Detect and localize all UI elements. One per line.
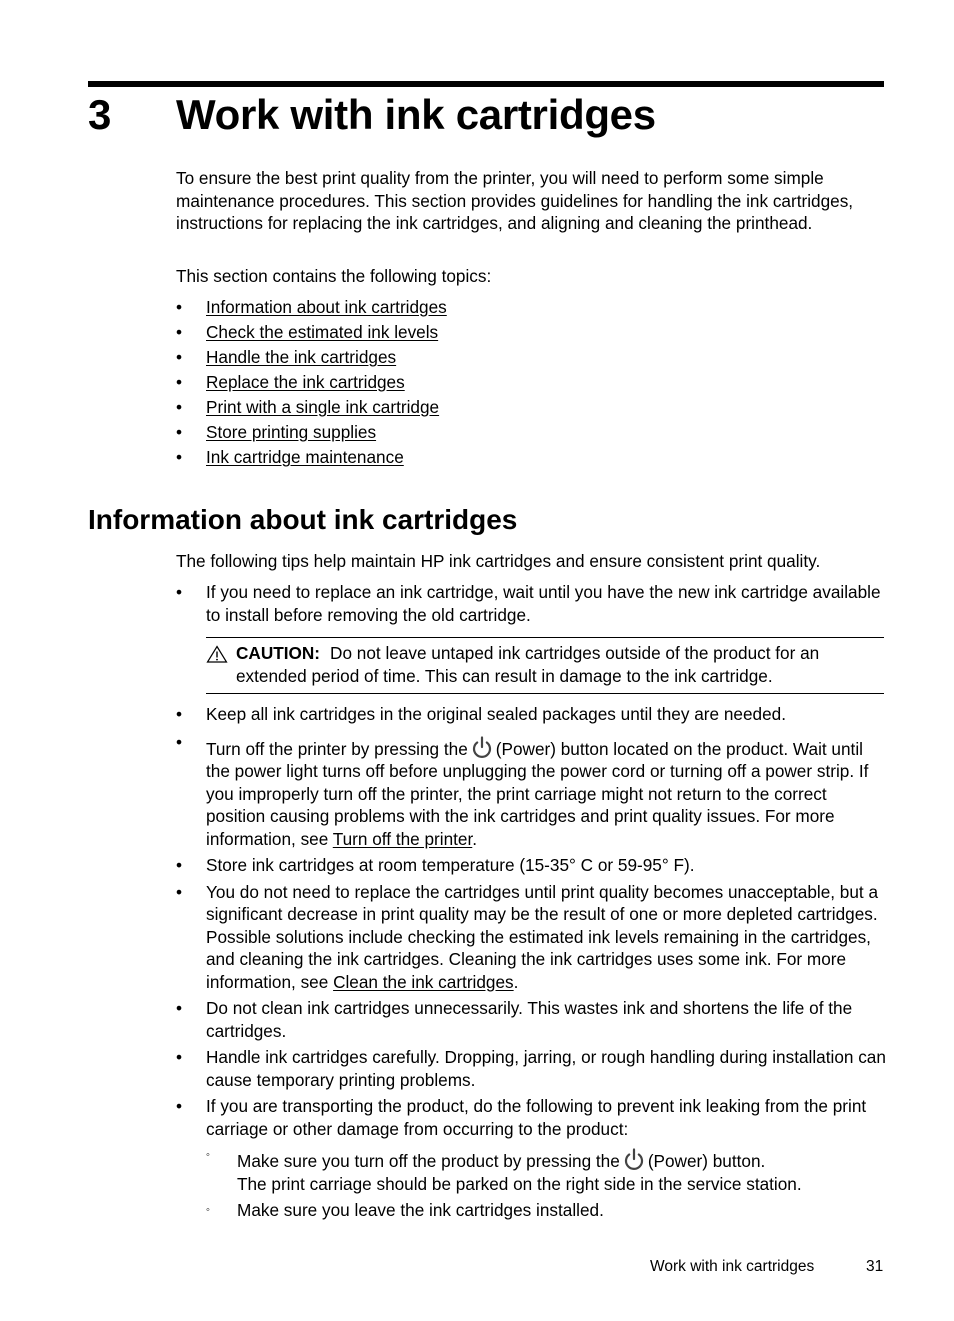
tip-item: • Handle ink cartridges carefully. Droppi… [176, 1046, 886, 1091]
bullet: • [176, 704, 183, 724]
topic-item: • Ink cartridge maintenance [176, 446, 886, 471]
bullet: • [176, 855, 183, 875]
punctuation: . [513, 971, 519, 992]
tip-item: • If you need to replace an ink cartridge… [176, 581, 886, 626]
tip-text: Keep all ink cartridges in the original … [206, 704, 786, 724]
tip-text: Turn off the printer by pressing the [206, 738, 468, 759]
tip-item: • Do not clean ink cartridges unnecessari… [176, 997, 886, 1042]
tip-item: • Store ink cartridges at room temperatur… [176, 854, 886, 877]
tip-list-2: • Keep all ink cartridges in the original… [176, 703, 886, 1230]
tip-item: • If you are transporting the product, do… [176, 1095, 886, 1222]
tip-list-1: • If you need to replace an ink cartridge… [176, 581, 886, 626]
topic-item: • Store printing supplies [176, 421, 886, 446]
tip-item: • Keep all ink cartridges in the original… [176, 703, 886, 726]
bullet: • [176, 998, 183, 1018]
topic-link-information[interactable]: Information about ink cartridges [206, 297, 447, 317]
sub-text: Make sure you turn off the product by pr… [237, 1151, 620, 1171]
tip-text: If you need to replace an ink cartridge,… [206, 582, 881, 625]
tip-text: You do not need to replace the cartridge… [206, 881, 879, 992]
footer-page-number: 31 [866, 1258, 884, 1275]
section-title: Information about ink cartridges [88, 504, 518, 535]
power-icon [472, 735, 491, 758]
sub-text: Make sure you leave the ink cartridges i… [237, 1200, 604, 1220]
sub-item: ◦ Make sure you turn off the product by p… [206, 1148, 886, 1195]
bullet: • [176, 397, 183, 417]
tip-text: Handle ink cartridges carefully. Droppin… [206, 1047, 886, 1090]
turn-off-printer-link[interactable]: Turn off the printer [333, 829, 473, 849]
intro-paragraph: To ensure the best print quality from th… [176, 168, 854, 233]
topic-link-maintenance[interactable]: Ink cartridge maintenance [206, 447, 404, 467]
tip-item: • Turn off the printer by pressing the (Po… [176, 732, 886, 851]
chapter-rule [88, 81, 884, 87]
bullet: • [176, 297, 183, 317]
caution-label: CAUTION: [236, 643, 321, 663]
bullet: • [176, 731, 183, 752]
section-lead: The following tips help maintain HP ink … [176, 551, 821, 571]
sub-text-line2: The print carriage should be parked on t… [237, 1173, 802, 1194]
topic-list: • Information about ink cartridges • Check… [176, 296, 886, 471]
bullet: • [176, 582, 183, 602]
bullet: • [176, 447, 183, 467]
warning-triangle-icon [206, 645, 228, 663]
sub-bullet: ◦ [206, 1149, 210, 1161]
topic-link-replace[interactable]: Replace the ink cartridges [206, 372, 405, 392]
chapter-title-text: Work with ink cartridges [176, 91, 656, 138]
tip-item: • You do not need to replace the cartridg… [176, 881, 886, 994]
topic-link-store-supplies[interactable]: Store printing supplies [206, 422, 376, 442]
chapter-number: 3 [88, 91, 112, 138]
topic-item: • Print with a single ink cartridge [176, 396, 886, 421]
transport-sub-list: ◦ Make sure you turn off the product by p… [206, 1148, 886, 1222]
bullet: • [176, 322, 183, 342]
topic-item: • Replace the ink cartridges [176, 371, 886, 396]
topic-item: • Handle the ink cartridges [176, 346, 886, 371]
footer-chapter-name: Work with ink cartridges [650, 1258, 815, 1275]
topic-item: • Information about ink cartridges [176, 296, 886, 321]
power-icon [624, 1148, 643, 1170]
topic-link-single-cartridge[interactable]: Print with a single ink cartridge [206, 397, 439, 417]
bullet: • [176, 1096, 183, 1116]
sub-text: (Power) button. [647, 1151, 766, 1171]
caution-note: CAUTION: Do not leave untaped ink cartrid… [206, 637, 884, 694]
bullet: • [176, 347, 183, 367]
bullet: • [176, 1047, 183, 1067]
topic-link-handle[interactable]: Handle the ink cartridges [206, 347, 396, 367]
caution-text: Do not leave untaped ink cartridges outs… [236, 643, 820, 686]
topic-item: • Check the estimated ink levels [176, 321, 886, 346]
tip-text: Do not clean ink cartridges unnecessaril… [206, 998, 853, 1041]
tip-text: Store ink cartridges at room temperature… [206, 855, 695, 875]
tip-text: If you are transporting the product, do … [206, 1096, 867, 1139]
topic-link-check-levels[interactable]: Check the estimated ink levels [206, 322, 438, 342]
bullet: • [176, 422, 183, 442]
sub-item: ◦ Make sure you leave the ink cartridges … [206, 1199, 886, 1222]
chapter-title: 3 Work with ink cartridges [88, 88, 656, 142]
bullet: • [176, 881, 183, 902]
clean-cartridges-link[interactable]: Clean the ink cartridges [333, 972, 514, 992]
punctuation: . [472, 828, 478, 849]
sub-bullet: ◦ [206, 1204, 210, 1216]
topics-lead: This section contains the following topi… [176, 266, 492, 286]
bullet: • [176, 372, 183, 392]
